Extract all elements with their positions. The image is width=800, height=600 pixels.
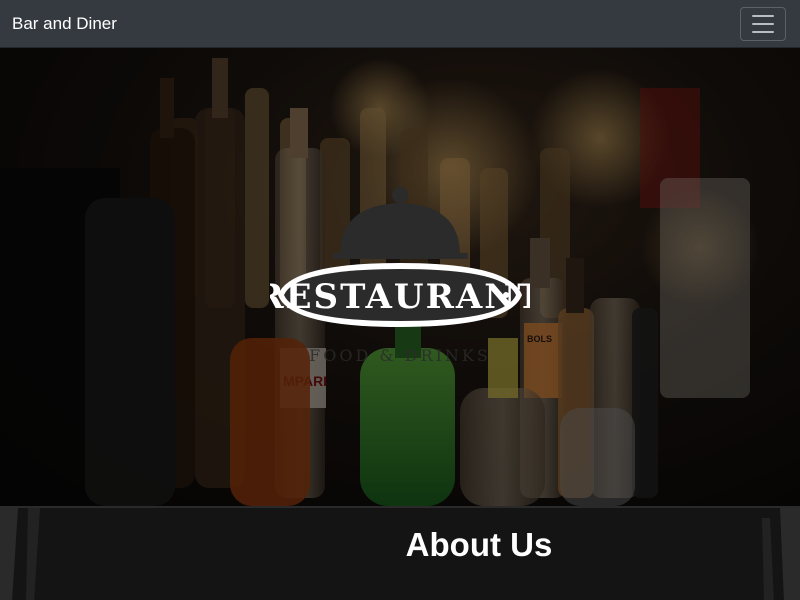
navbar: Bar and Diner [0, 0, 800, 48]
about-section: About Us [0, 506, 800, 600]
logo-title: RESTAURANT [270, 277, 530, 317]
about-heading: About Us [405, 526, 553, 563]
logo-subtitle: FOOD & DRINKS [309, 346, 491, 365]
hamburger-icon-line [752, 22, 774, 25]
brand-link[interactable]: Bar and Diner [12, 14, 117, 34]
hero-banner: MPARI BOLS [0, 48, 800, 506]
navbar-toggle-button[interactable] [740, 6, 786, 41]
hamburger-icon-line [752, 14, 774, 17]
hamburger-icon-line [752, 30, 774, 33]
restaurant-logo: RESTAURANT FOOD & DRINKS [270, 187, 530, 365]
cloche-icon [332, 187, 468, 259]
